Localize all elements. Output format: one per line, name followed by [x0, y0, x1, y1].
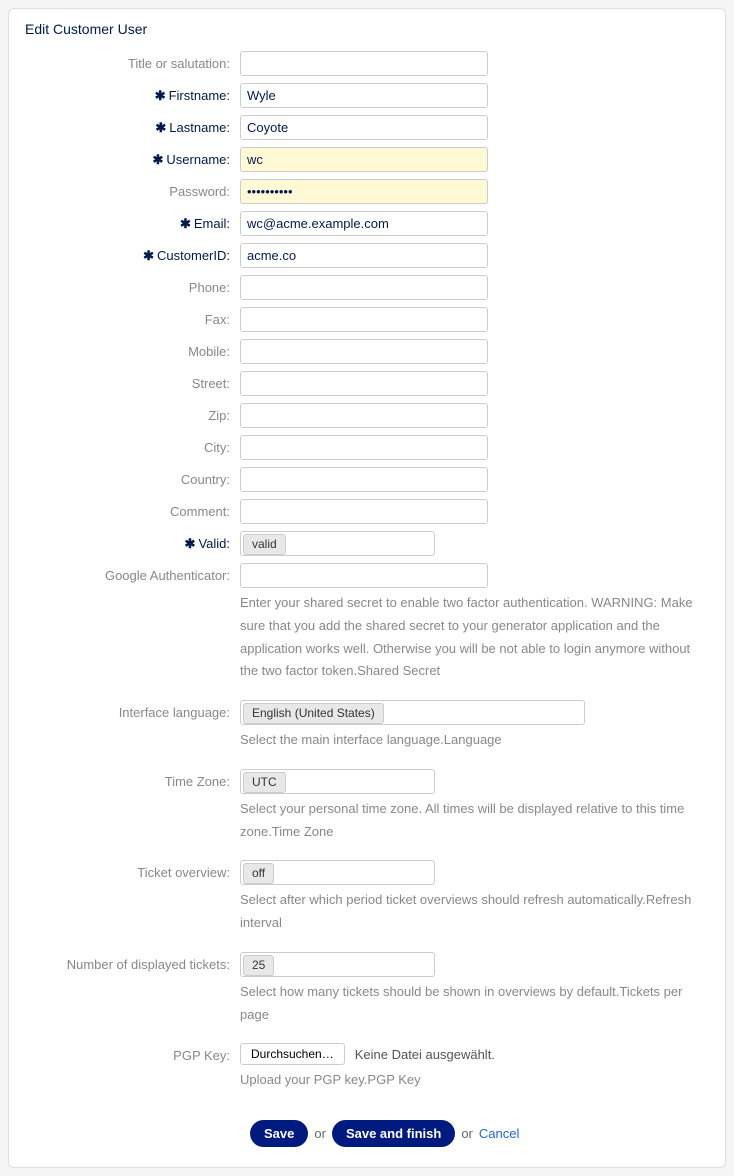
label-title-salutation: Title or salutation: — [25, 51, 240, 71]
label-zip: Zip: — [25, 403, 240, 423]
ticket-overview-value: off — [243, 863, 274, 884]
label-valid: ✱Valid: — [25, 531, 240, 552]
help-language: Select the main interface language.Langu… — [240, 729, 709, 752]
or-text-1: or — [314, 1126, 326, 1141]
required-icon: ✱ — [153, 152, 164, 167]
required-icon: ✱ — [155, 88, 166, 103]
help-timezone: Select your personal time zone. All time… — [240, 798, 709, 844]
username-input[interactable] — [240, 147, 488, 172]
cancel-link[interactable]: Cancel — [479, 1126, 519, 1141]
customerid-input[interactable] — [240, 243, 488, 268]
mobile-input[interactable] — [240, 339, 488, 364]
firstname-input[interactable] — [240, 83, 488, 108]
language-select[interactable]: English (United States) — [240, 700, 585, 725]
label-phone: Phone: — [25, 275, 240, 295]
ticket-overview-select[interactable]: off — [240, 860, 435, 885]
lastname-input[interactable] — [240, 115, 488, 140]
title-salutation-input[interactable] — [240, 51, 488, 76]
panel-title: Edit Customer User — [25, 21, 709, 37]
browse-button[interactable]: Durchsuchen… — [240, 1043, 345, 1065]
save-and-finish-button[interactable]: Save and finish — [332, 1120, 455, 1147]
valid-value: valid — [243, 534, 286, 555]
fax-input[interactable] — [240, 307, 488, 332]
help-ticket-overview: Select after which period ticket overvie… — [240, 889, 709, 935]
valid-select[interactable]: valid — [240, 531, 435, 556]
google-auth-input[interactable] — [240, 563, 488, 588]
or-text-2: or — [461, 1126, 473, 1141]
required-icon: ✱ — [155, 120, 166, 135]
required-icon: ✱ — [185, 536, 196, 551]
timezone-select[interactable]: UTC — [240, 769, 435, 794]
comment-input[interactable] — [240, 499, 488, 524]
action-button-row: Save or Save and finish or Cancel — [250, 1120, 709, 1147]
label-fax: Fax: — [25, 307, 240, 327]
required-icon: ✱ — [180, 216, 191, 231]
label-mobile: Mobile: — [25, 339, 240, 359]
email-input[interactable] — [240, 211, 488, 236]
label-username: ✱Username: — [25, 147, 240, 168]
label-street: Street: — [25, 371, 240, 391]
label-language: Interface language: — [25, 700, 240, 720]
help-num-tickets: Select how many tickets should be shown … — [240, 981, 709, 1027]
label-customerid: ✱CustomerID: — [25, 243, 240, 264]
city-input[interactable] — [240, 435, 488, 460]
password-input[interactable] — [240, 179, 488, 204]
label-country: Country: — [25, 467, 240, 487]
street-input[interactable] — [240, 371, 488, 396]
num-tickets-select[interactable]: 25 — [240, 952, 435, 977]
label-ticket-overview: Ticket overview: — [25, 860, 240, 880]
help-pgp-key: Upload your PGP key.PGP Key — [240, 1069, 709, 1092]
country-input[interactable] — [240, 467, 488, 492]
timezone-value: UTC — [243, 772, 286, 793]
save-button[interactable]: Save — [250, 1120, 308, 1147]
label-lastname: ✱Lastname: — [25, 115, 240, 136]
label-pgp-key: PGP Key: — [25, 1043, 240, 1063]
file-status: Keine Datei ausgewählt. — [355, 1047, 495, 1062]
phone-input[interactable] — [240, 275, 488, 300]
help-google-auth: Enter your shared secret to enable two f… — [240, 592, 709, 683]
language-value: English (United States) — [243, 703, 384, 724]
label-email: ✱Email: — [25, 211, 240, 232]
label-comment: Comment: — [25, 499, 240, 519]
label-timezone: Time Zone: — [25, 769, 240, 789]
label-city: City: — [25, 435, 240, 455]
label-num-tickets: Number of displayed tickets: — [25, 952, 240, 972]
label-firstname: ✱Firstname: — [25, 83, 240, 104]
required-icon: ✱ — [143, 248, 154, 263]
label-google-auth: Google Authenticator: — [25, 563, 240, 583]
label-password: Password: — [25, 179, 240, 199]
edit-customer-panel: Edit Customer User Title or salutation: … — [8, 8, 726, 1168]
num-tickets-value: 25 — [243, 955, 274, 976]
zip-input[interactable] — [240, 403, 488, 428]
